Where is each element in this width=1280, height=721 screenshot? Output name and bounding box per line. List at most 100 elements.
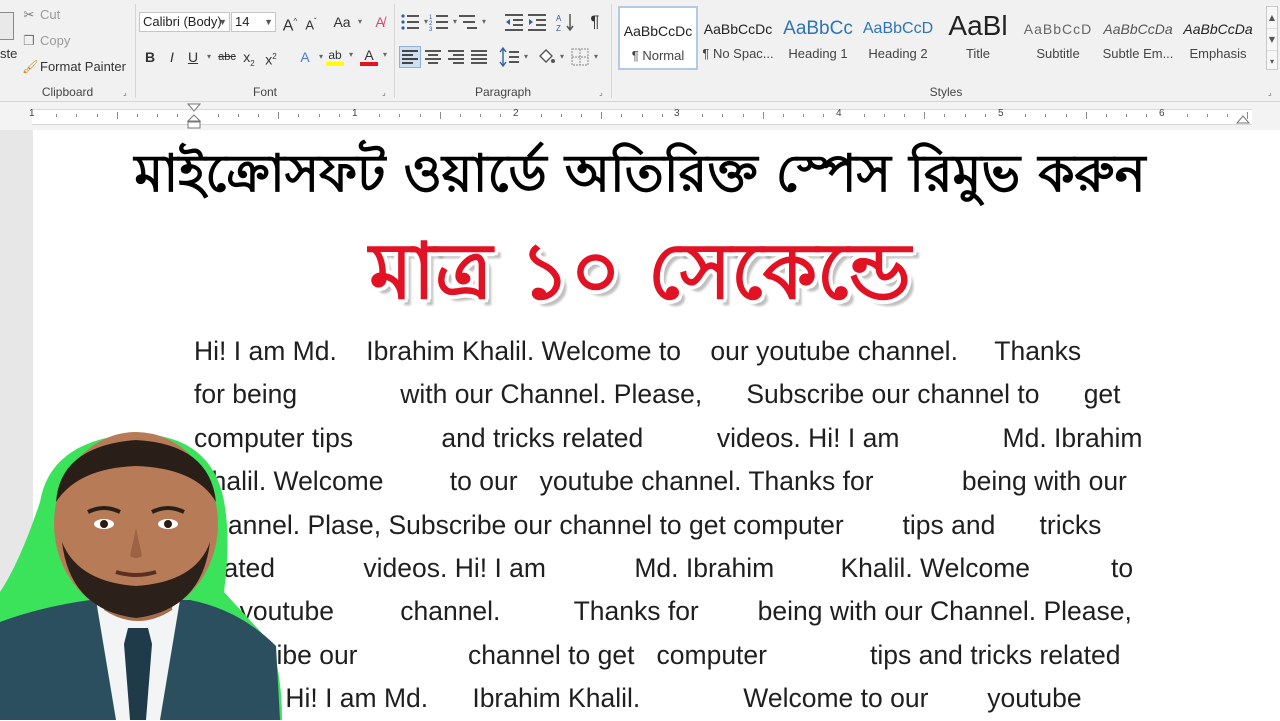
text-line: related videos. Hi! I am Md. Ibrahim Kha…	[194, 553, 1134, 584]
ruler-tick	[137, 114, 138, 117]
style-sample: AaBbCcDc	[623, 23, 693, 39]
text-line: computer tips and tricks related videos.…	[194, 422, 1143, 453]
ruler-tick	[1187, 114, 1188, 117]
ruler-number: 5	[998, 108, 1004, 119]
increase-indent-button[interactable]	[526, 11, 548, 33]
highlighter-icon: ab	[328, 48, 342, 62]
text-effects-button[interactable]: A	[294, 46, 323, 68]
style-subtle-emphasis[interactable]: AaBbCcDa Subtle Em...	[1098, 6, 1178, 70]
paragraph-group-label: Paragraph	[474, 85, 532, 99]
styles-launcher-icon[interactable]: ⌟	[1268, 89, 1276, 97]
svg-text:A: A	[556, 14, 562, 23]
style-no-spacing[interactable]: AaBbCcDc ¶ No Spac...	[698, 6, 778, 70]
chevron-down-icon[interactable]: ▼	[1267, 29, 1277, 51]
ruler-tick	[783, 114, 784, 117]
subscript-button[interactable]: x2	[238, 46, 260, 68]
first-line-indent-marker[interactable]	[187, 103, 201, 129]
copy-button[interactable]: ❐ Copy	[22, 31, 70, 51]
superscript-button[interactable]: x2	[260, 46, 282, 68]
style-name: Heading 2	[868, 46, 928, 61]
expand-gallery-icon[interactable]: ▾	[1267, 51, 1277, 72]
font-name-combobox[interactable]: Calibri (Body) ▼	[139, 12, 230, 32]
scissors-icon: ✂	[23, 7, 35, 22]
styles-gallery-scroll[interactable]: ▲ ▼ ▾	[1266, 6, 1278, 70]
ruler-tick	[924, 112, 925, 119]
bold-button[interactable]: B	[139, 46, 161, 68]
paragraph-launcher-icon[interactable]: ⌟	[599, 89, 607, 97]
style-name: Subtitle	[1036, 46, 1080, 61]
ruler-tick	[76, 114, 77, 117]
sort-button[interactable]: AZ	[555, 11, 577, 33]
format-painter-label: Format Painter	[40, 59, 126, 74]
paste-button[interactable]	[0, 4, 16, 48]
shrink-font-button[interactable]: Aˇ	[300, 11, 322, 33]
style-name: ¶ Normal	[631, 48, 685, 63]
ruler-strip	[32, 109, 1252, 125]
clipboard-group-label: Clipboard	[41, 85, 94, 99]
format-painter-button[interactable]: 🖌Format Painter	[22, 57, 126, 77]
style-title[interactable]: AaBl Title	[938, 6, 1018, 70]
ruler-tick	[117, 112, 118, 119]
eraser-icon: A̸	[375, 14, 385, 30]
text-line: Channel. Plase, Subscribe our channel to…	[194, 509, 1102, 540]
ruler-tick	[1126, 114, 1127, 117]
style-normal[interactable]: AaBbCcDc ¶ Normal	[618, 6, 698, 70]
ruler-tick	[480, 114, 481, 117]
increase-indent-icon	[528, 14, 546, 31]
font-color-bar	[360, 62, 378, 66]
styles-group: AaBbCcDc ¶ Normal AaBbCcDc ¶ No Spac... …	[612, 0, 1280, 102]
highlight-button[interactable]: ab	[324, 44, 353, 66]
ruler-tick	[298, 114, 299, 117]
align-center-icon	[425, 50, 441, 64]
style-name: Heading 1	[788, 46, 848, 61]
numbering-button[interactable]: 123	[428, 11, 457, 33]
style-subtitle[interactable]: AaBbCcD Subtitle	[1018, 6, 1098, 70]
align-left-button[interactable]	[399, 46, 421, 68]
horizontal-ruler[interactable]: 1 1 2 3 4 5 6	[0, 102, 1280, 130]
style-heading-1[interactable]: AaBbCc Heading 1	[778, 6, 858, 70]
font-size-combobox[interactable]: 14 ▼	[231, 12, 276, 32]
cut-button[interactable]: ✂ Cut	[22, 5, 61, 25]
style-emphasis[interactable]: AaBbCcDa Emphasis	[1178, 6, 1258, 70]
ruler-tick	[1086, 112, 1087, 119]
italic-button[interactable]: I	[161, 46, 183, 68]
justify-button[interactable]	[468, 46, 490, 68]
grow-font-button[interactable]: A^	[279, 11, 301, 35]
shading-button[interactable]	[535, 46, 564, 68]
ruler-tick	[238, 114, 239, 117]
clipboard-icon	[0, 12, 14, 40]
ruler-number: 1	[352, 108, 358, 119]
align-right-button[interactable]	[445, 46, 467, 68]
bullets-button[interactable]	[399, 11, 428, 33]
borders-button[interactable]	[569, 46, 598, 68]
align-center-button[interactable]	[422, 46, 444, 68]
justify-icon	[471, 50, 487, 64]
chevron-up-icon[interactable]: ▲	[1267, 7, 1277, 29]
style-name: Title	[965, 46, 991, 61]
strikethrough-button[interactable]: abc	[216, 46, 238, 68]
text-line: Subscribe our channel to get computer ti…	[194, 639, 1121, 670]
document-body[interactable]: Hi! I am Md. Ibrahim Khalil. Welcome to …	[194, 330, 1274, 721]
ruler-tick	[621, 114, 622, 117]
style-name: Subtle Em...	[1102, 46, 1174, 61]
text-line: videos. Hi! I am Md. Ibrahim Khalil. Wel…	[194, 683, 1082, 714]
ruler-tick	[965, 114, 966, 117]
underline-button[interactable]: U	[182, 46, 211, 68]
grow-font-icon: A	[282, 17, 294, 35]
clipboard-launcher-icon[interactable]: ⌟	[123, 89, 131, 97]
ruler-tick	[944, 114, 945, 117]
line-spacing-button[interactable]	[499, 46, 528, 68]
decrease-indent-button[interactable]	[503, 11, 525, 33]
paste-label: ste	[0, 46, 18, 61]
change-case-button[interactable]: Aa	[329, 11, 362, 33]
font-color-button[interactable]: A	[358, 44, 387, 66]
bullets-icon	[401, 14, 419, 30]
right-indent-marker[interactable]	[1236, 114, 1250, 126]
style-heading-2[interactable]: AaBbCcD Heading 2	[858, 6, 938, 70]
text-effects-icon: A	[300, 49, 310, 65]
clear-formatting-button[interactable]: A̸	[369, 11, 391, 33]
font-name-value: Calibri (Body)	[143, 14, 222, 29]
font-launcher-icon[interactable]: ⌟	[382, 89, 390, 97]
multilevel-list-button[interactable]	[457, 11, 486, 33]
show-formatting-marks-button[interactable]: ¶	[584, 11, 606, 33]
